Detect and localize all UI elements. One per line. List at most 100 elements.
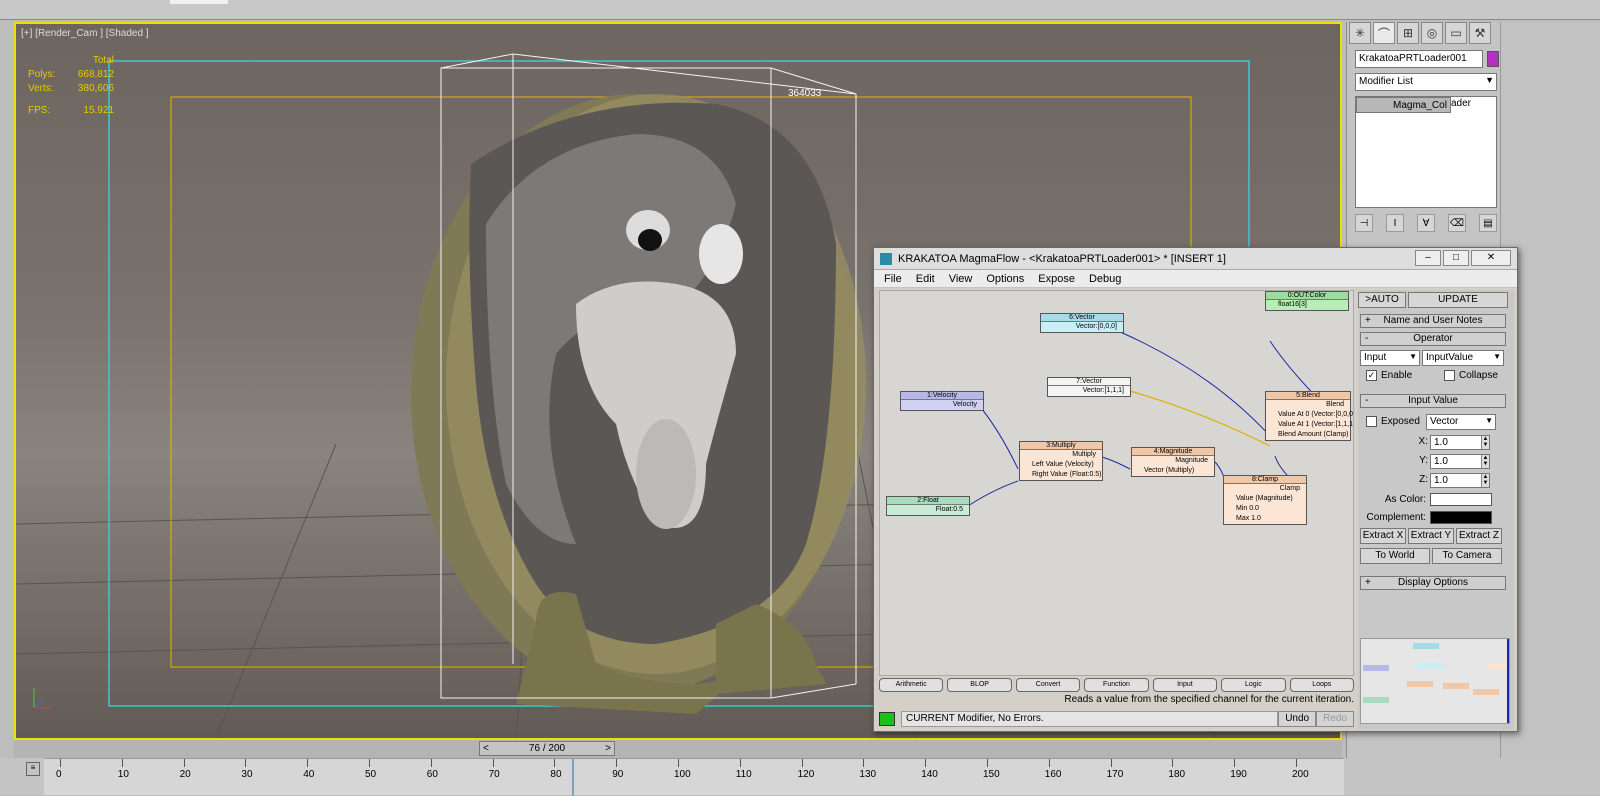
ruler-tick-mark [121,759,123,767]
update-button[interactable]: UPDATE [1408,292,1508,308]
pin-stack-icon[interactable]: ⊣ [1355,214,1373,232]
make-unique-icon[interactable]: ∀ [1417,214,1435,232]
ruler-tick-mark [1172,759,1174,767]
menu-edit[interactable]: Edit [916,273,935,285]
node-out-color[interactable]: 0:OUT:Color float16[3] [1265,291,1349,311]
track-bar-ruler[interactable]: 0 10 20 30 40 50 60 70 80 90 100 110 120 130 140 150 160… [44,758,1344,796]
operator-category-select[interactable]: Input ▼ [1360,350,1420,366]
close-icon[interactable]: ✕ [1471,250,1511,266]
graph-minimap[interactable] [1360,638,1510,724]
enable-checkbox[interactable]: ✓ Enable [1366,370,1412,381]
ruler-tick-mark [1234,759,1236,767]
remove-modifier-icon[interactable]: ⌫ [1448,214,1466,232]
node-blend[interactable]: 5:Blend Blend Value At 0 (Vector:[0,0,0 … [1265,391,1353,441]
operator-type-select[interactable]: InputValue ▼ [1422,350,1504,366]
menu-expose[interactable]: Expose [1038,273,1075,285]
value-type-select[interactable]: Vector ▼ [1426,414,1496,430]
rollout-name-notes[interactable]: + Name and User Notes [1360,314,1506,328]
maximize-icon[interactable]: □ [1443,250,1469,266]
exposed-label: Exposed [1381,416,1420,427]
expand-icon: + [1365,577,1371,588]
menu-debug[interactable]: Debug [1089,273,1121,285]
extract-y-button[interactable]: Extract Y [1408,528,1454,544]
node-float[interactable]: 2:Float Float:0.5 [886,496,970,516]
time-prev-arrow-icon[interactable]: < [483,743,489,754]
node-blend-row-v1: Value At 1 (Vector:[1,1,1 [1278,421,1353,428]
menu-options[interactable]: Options [986,273,1024,285]
node-velocity-row: Velocity [952,401,977,408]
category-function[interactable]: Function [1084,678,1149,692]
object-name-field[interactable]: KrakatoaPRTLoader001 [1355,50,1483,68]
create-tab-icon[interactable]: ✳ [1349,22,1371,44]
z-spinner[interactable]: 1.0 ▲ ▼ [1430,473,1490,488]
complement-swatch[interactable] [1430,511,1492,524]
display-tab-icon[interactable]: ▭ [1445,22,1467,44]
redo-button[interactable]: Redo [1316,711,1354,727]
spinner-arrows-icon[interactable]: ▲ ▼ [1481,455,1489,468]
as-color-swatch[interactable] [1430,493,1492,506]
ruler-tick-mark [863,759,865,767]
category-input[interactable]: Input [1152,678,1218,692]
modifier-list-dropdown[interactable]: Modifier List ▼ [1355,73,1497,91]
category-logic[interactable]: Logic [1221,678,1286,692]
menu-view[interactable]: View [949,273,973,285]
node-out-color-header: 0:OUT:Color [1266,292,1348,300]
to-world-button[interactable]: To World [1360,548,1430,564]
node-blend-row-amount: Blend Amount (Clamp) [1278,431,1349,438]
node-vector-6[interactable]: 6:Vector Vector:[0,0,0] [1040,313,1124,333]
category-blop[interactable]: BLOP [947,678,1012,692]
z-label: Z: [1419,474,1428,485]
collapse-checkbox[interactable]: Collapse [1444,370,1498,381]
stack-item-magma-col[interactable]: Magma_Col [1356,97,1451,113]
node-blend-row-v0: Value At 0 (Vector:[0,0,0 [1278,411,1353,418]
menu-file[interactable]: File [884,273,902,285]
time-cursor[interactable] [572,759,574,796]
time-next-arrow-icon[interactable]: > [605,743,611,754]
rollout-name-notes-label: Name and User Notes [1383,315,1483,326]
stats-total-label: Total [92,55,114,66]
rollout-input-value[interactable]: - Input Value [1360,394,1506,408]
utilities-tab-icon[interactable]: ⚒ [1469,22,1491,44]
node-velocity[interactable]: 1:Velocity Velocity [900,391,984,411]
time-slider-track: < 76 / 200 > [14,740,1342,758]
node-magnitude-row-out: Magnitude [1175,457,1208,464]
node-vector-7[interactable]: 7:Vector Vector:[1,1,1] [1047,377,1131,397]
category-buttons: Arithmetic BLOP Convert Function Input L… [879,678,1354,692]
minimize-icon[interactable]: – [1415,250,1441,266]
track-bar-menu-icon[interactable]: ≡ [26,762,40,776]
undo-button[interactable]: Undo [1278,711,1317,727]
rollout-display-options[interactable]: + Display Options [1360,576,1506,590]
node-magnitude[interactable]: 4:Magnitude Magnitude Vector (Multiply) [1131,447,1215,477]
node-clamp[interactable]: 8:Clamp Clamp Value (Magnitude) Min 0.0 … [1223,475,1307,525]
top-toolbar-strip [0,0,1600,20]
time-slider[interactable]: < 76 / 200 > [479,741,615,756]
extract-x-button[interactable]: Extract X [1360,528,1406,544]
show-end-result-icon[interactable]: I [1386,214,1404,232]
node-graph-canvas[interactable]: 0:OUT:Color float16[3] 6:Vector Vector:[… [879,290,1354,676]
object-color-swatch[interactable] [1487,51,1499,67]
rollout-operator[interactable]: - Operator [1360,332,1506,346]
to-camera-button[interactable]: To Camera [1432,548,1502,564]
category-arithmetic[interactable]: Arithmetic [879,678,944,692]
motion-tab-icon[interactable]: ◎ [1421,22,1443,44]
spinner-arrows-icon[interactable]: ▲ ▼ [1481,474,1489,487]
node-multiply-row-out: Multiply [1072,451,1096,458]
category-loops[interactable]: Loops [1289,678,1354,692]
viewport-label[interactable]: [+] [Render_Cam ] [Shaded ] [21,28,149,39]
x-spinner[interactable]: 1.0 ▲ ▼ [1430,435,1490,450]
axis-tripod-icon [30,684,54,714]
modify-tab-icon[interactable]: ⌒ [1373,22,1395,44]
configure-sets-icon[interactable]: ▤ [1479,214,1497,232]
x-value: 1.0 [1434,437,1448,448]
node-float-row: Float:0.5 [935,506,963,513]
spinner-arrows-icon[interactable]: ▲ ▼ [1481,436,1489,449]
extract-z-button[interactable]: Extract Z [1456,528,1502,544]
category-convert[interactable]: Convert [1015,678,1081,692]
exposed-checkbox[interactable]: Exposed [1366,416,1420,427]
node-multiply[interactable]: 3:Multiply Multiply Left Value (Velocity… [1019,441,1103,481]
magmaflow-titlebar[interactable]: KRAKATOA MagmaFlow - <KrakatoaPRTLoader0… [874,248,1517,270]
auto-button[interactable]: >AUTO [1358,292,1406,308]
y-spinner[interactable]: 1.0 ▲ ▼ [1430,454,1490,469]
hierarchy-tab-icon[interactable]: ⊞ [1397,22,1419,44]
window-buttons: – □ ✕ [1415,250,1511,266]
